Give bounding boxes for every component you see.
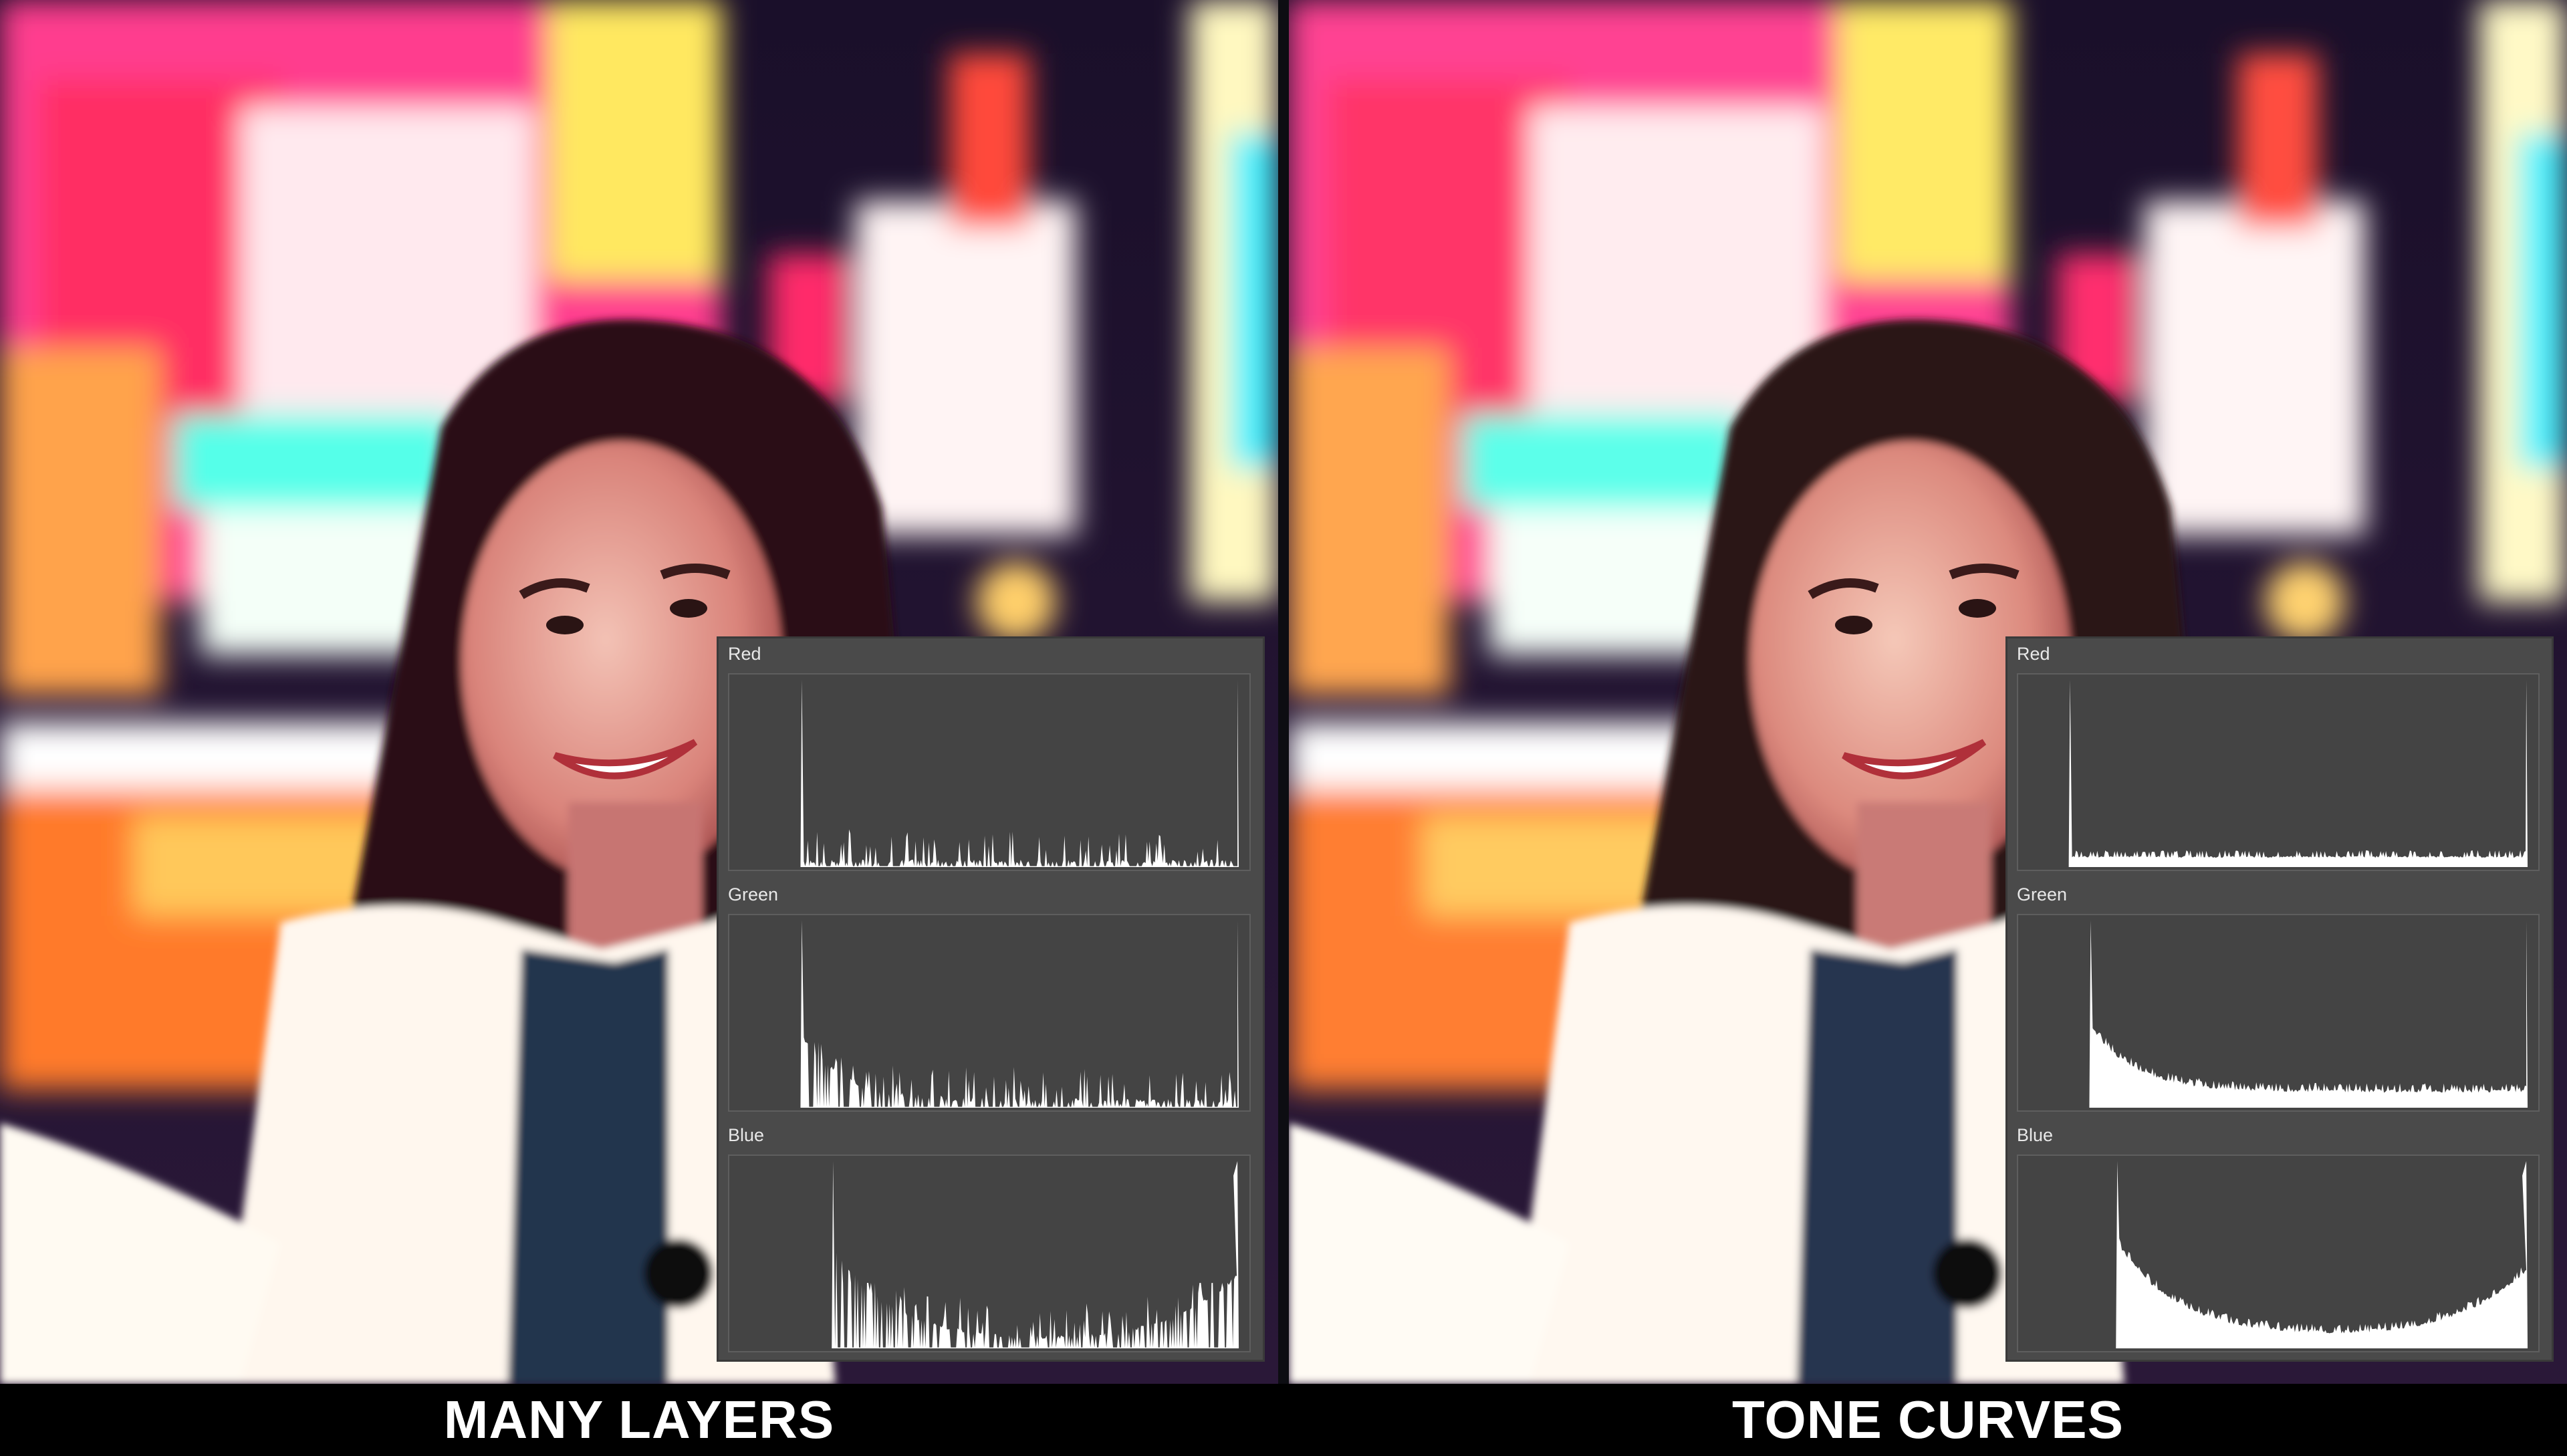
channel-label: Green [2017, 884, 2068, 904]
histogram-graph [2089, 920, 2528, 1108]
channel-label: Green [728, 884, 779, 904]
histogram-panel: Red Green Blue [2005, 636, 2554, 1362]
histogram-plot [2017, 914, 2540, 1112]
histogram-plot [728, 1155, 1251, 1352]
histogram-graph [2068, 679, 2528, 868]
caption-tone-curves: TONE CURVES [1732, 1390, 2124, 1449]
histogram-graph [832, 1161, 1239, 1349]
histogram-plot [2017, 673, 2540, 871]
channel-label: Blue [2017, 1125, 2054, 1145]
caption-many-layers: MANY LAYERS [443, 1390, 835, 1449]
histogram-graph [800, 920, 1239, 1108]
histogram-fill [832, 1161, 1239, 1349]
histogram-blue-channel: Blue [2007, 1120, 2552, 1360]
histogram-fill [2068, 679, 2528, 868]
histogram-red-channel: Red [2007, 638, 2552, 879]
panel-divider [1278, 0, 1289, 1384]
left-comparison-panel: Red Green Blue [0, 0, 1278, 1384]
histogram-blue-channel: Blue [719, 1120, 1263, 1360]
histogram-fill [2089, 920, 2528, 1108]
histogram-plot [2017, 1155, 2540, 1352]
histogram-graph [800, 679, 1239, 868]
histogram-panel: Red Green Blue [717, 636, 1265, 1362]
right-comparison-panel: Red Green Blue [1289, 0, 2567, 1384]
histogram-fill [800, 920, 1239, 1108]
histogram-graph [2116, 1161, 2528, 1349]
histogram-fill [2116, 1161, 2528, 1349]
histogram-red-channel: Red [719, 638, 1263, 879]
histogram-green-channel: Green [719, 879, 1263, 1120]
histogram-fill [800, 679, 1239, 868]
channel-label: Red [2017, 644, 2050, 664]
channel-label: Blue [728, 1125, 765, 1145]
histogram-plot [728, 914, 1251, 1112]
histogram-plot [728, 673, 1251, 871]
histogram-green-channel: Green [2007, 879, 2552, 1120]
channel-label: Red [728, 644, 761, 664]
